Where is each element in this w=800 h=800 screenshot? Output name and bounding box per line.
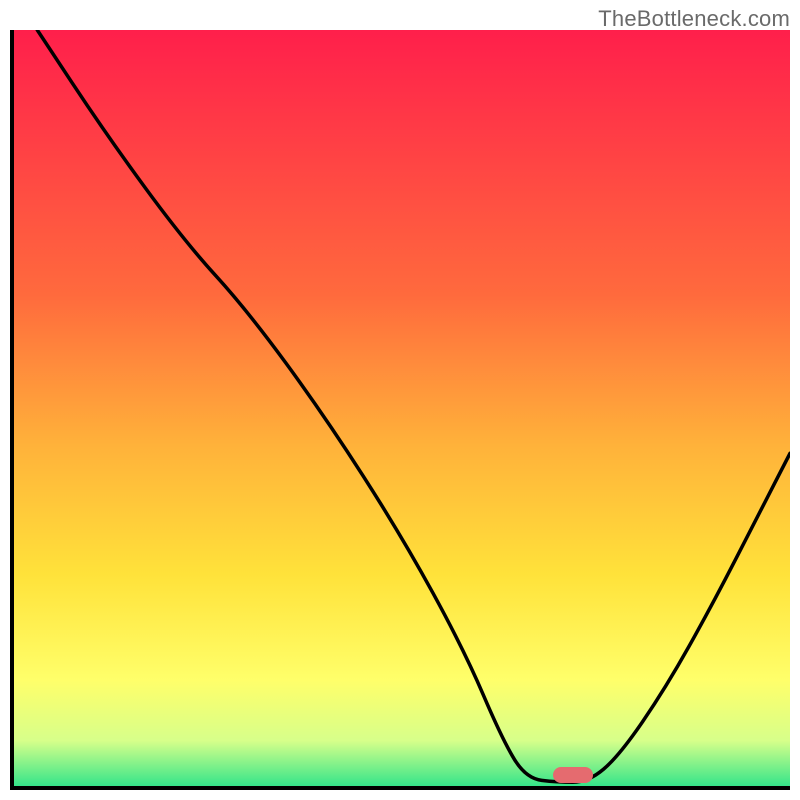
chart-container: TheBottleneck.com (0, 0, 800, 800)
watermark-text: TheBottleneck.com (598, 6, 790, 32)
plot-frame (10, 30, 790, 790)
optimal-marker (553, 767, 593, 783)
plot-area (14, 30, 790, 786)
plot-svg (14, 30, 790, 786)
